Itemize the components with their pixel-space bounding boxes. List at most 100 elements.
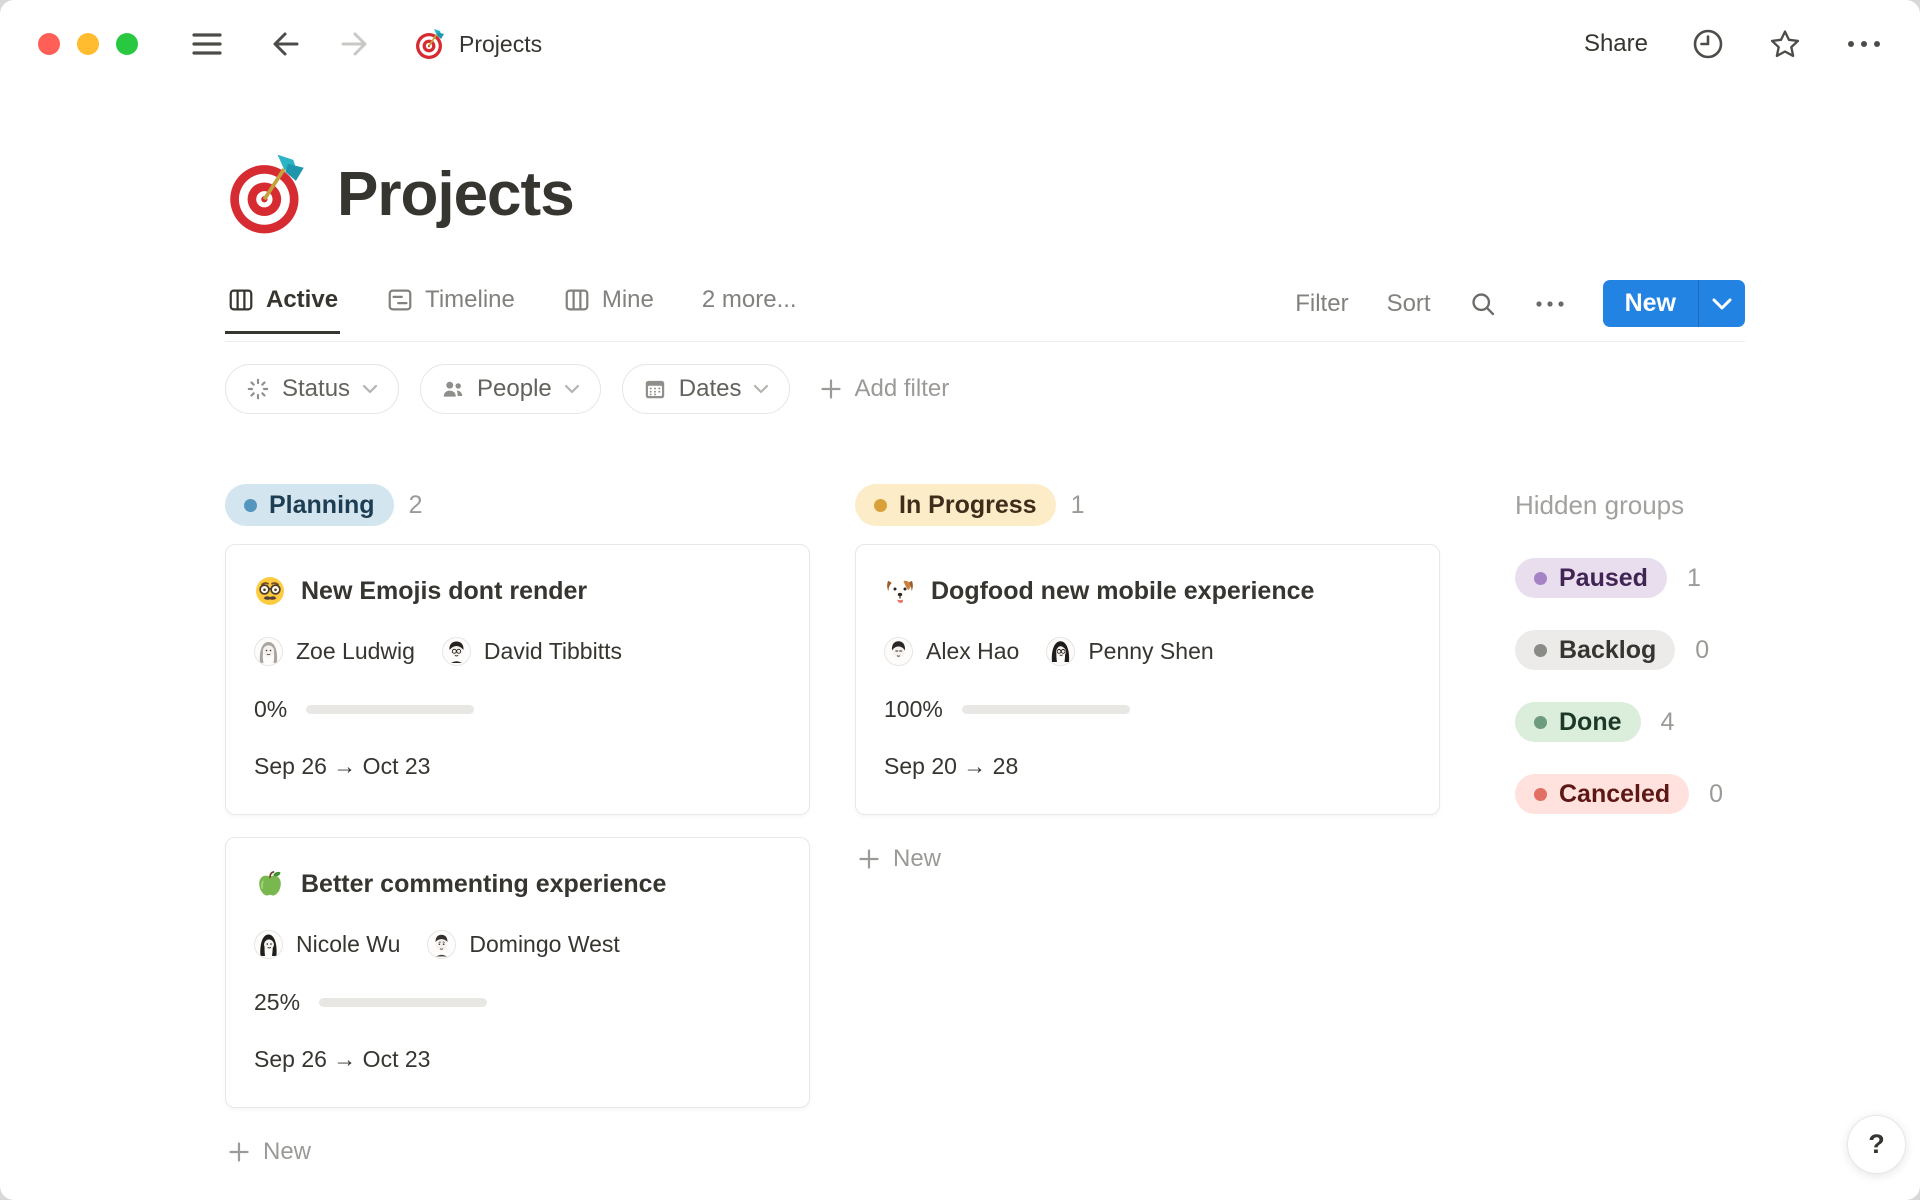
progress-bar [306, 705, 475, 714]
target-emoji[interactable] [225, 152, 309, 236]
more-options-icon[interactable] [1846, 39, 1882, 49]
view-tab-bar: Active Timeline Mine 2 more... Filter So… [225, 280, 1745, 342]
view-options-icon[interactable] [1535, 300, 1565, 308]
breadcrumb-label: Projects [459, 30, 543, 57]
assignee-name: Domingo West [469, 931, 620, 957]
group-pill-canceled[interactable]: Canceled [1515, 774, 1690, 814]
zoom-window-button[interactable] [116, 33, 138, 55]
card-title: Dogfood new mobile experience [931, 576, 1315, 605]
dates-filter-chip[interactable]: Dates [621, 364, 791, 414]
group-pill-in-progress[interactable]: In Progress [855, 484, 1056, 526]
tab-mine[interactable]: Mine [561, 280, 656, 334]
new-card-button[interactable]: New [855, 837, 1440, 881]
target-emoji [414, 28, 446, 60]
search-icon[interactable] [1469, 290, 1497, 318]
status-dot [1534, 787, 1547, 801]
people-icon [443, 381, 463, 397]
filter-button[interactable]: Filter [1295, 290, 1348, 318]
chip-label: Dates [678, 375, 742, 402]
close-window-button[interactable] [38, 33, 60, 55]
sidebar-menu-icon[interactable] [192, 31, 222, 57]
avatar-zoe-ludwig [254, 637, 283, 666]
card-title: New Emojis dont render [301, 576, 588, 605]
card-title: Better commenting experience [301, 869, 667, 898]
avatar-nicole-wu [254, 930, 283, 959]
group-label: In Progress [899, 490, 1037, 519]
avatar-alex-hao [884, 637, 913, 666]
add-filter-label: Add filter [854, 375, 950, 402]
tab-label: Mine [601, 286, 654, 313]
progress-label: 25% [254, 989, 301, 1015]
progress-bar [961, 705, 1130, 714]
plus-icon [821, 379, 842, 399]
updates-clock-icon[interactable] [1692, 28, 1724, 60]
card-dates: Sep 26 → Oct 23 [254, 1046, 431, 1072]
tab-label: Active [266, 286, 339, 313]
group-pill-backlog[interactable]: Backlog [1515, 630, 1676, 670]
avatar-david-tibbitts [441, 637, 471, 666]
breadcrumb[interactable]: Projects [414, 28, 542, 60]
hidden-groups-title: Hidden groups [1515, 490, 1685, 520]
card-dates: Sep 20 → 28 [884, 753, 1019, 779]
assignee-name: Alex Hao [926, 638, 1020, 664]
status-dot [244, 498, 257, 512]
project-card[interactable]: Better commenting experience Nicole Wu D… [225, 837, 810, 1108]
plus-icon [229, 1142, 249, 1162]
new-button[interactable]: New [1602, 280, 1745, 327]
minimize-window-button[interactable] [77, 33, 99, 55]
new-card-label: New [893, 845, 942, 872]
dog-face-emoji [884, 575, 916, 607]
group-label: Planning [269, 490, 375, 519]
assignee-name: Zoe Ludwig [296, 638, 415, 664]
group-pill-paused[interactable]: Paused [1515, 558, 1667, 598]
tab-label: 2 more... [701, 286, 797, 313]
add-filter-button[interactable]: Add filter [819, 375, 949, 403]
chip-label: Status [282, 375, 351, 402]
new-button-label[interactable]: New [1603, 280, 1698, 327]
plus-icon [859, 849, 879, 869]
tab-label: Timeline [425, 286, 515, 313]
people-filter-chip[interactable]: People [420, 364, 601, 414]
chevron-down-icon [754, 384, 769, 394]
forward-arrow-icon[interactable] [338, 29, 370, 59]
assignee-name: Penny Shen [1088, 638, 1214, 664]
help-button[interactable]: ? [1847, 1115, 1906, 1174]
group-pill-done[interactable]: Done [1515, 702, 1641, 742]
page-title: Projects [337, 159, 575, 229]
chevron-down-icon [362, 384, 378, 394]
progress-label: 0% [254, 696, 288, 722]
group-count: 0 [1695, 635, 1710, 664]
new-card-button[interactable]: New [225, 1130, 810, 1174]
filter-chip-bar: Status People Dates Add filter [225, 364, 1745, 414]
share-button[interactable]: Share [1584, 30, 1648, 58]
tab-active[interactable]: Active [225, 280, 340, 334]
sort-button[interactable]: Sort [1387, 290, 1431, 318]
tab-timeline[interactable]: Timeline [384, 280, 517, 334]
chevron-down-icon[interactable] [1699, 280, 1745, 327]
assignee-name: David Tibbitts [483, 638, 622, 664]
group-count: 0 [1709, 779, 1724, 808]
assignee-name: Nicole Wu [296, 931, 401, 957]
progress-bar [319, 998, 488, 1007]
avatar-penny-shen [1046, 637, 1076, 666]
group-label: Paused [1559, 563, 1648, 592]
progress-label: 100% [884, 696, 943, 722]
tab-more-views[interactable]: 2 more... [700, 280, 799, 334]
page-header: Projects [225, 152, 1745, 236]
column-in-progress: In Progress 1 Dogfood new mobile experie… [855, 484, 1440, 881]
column-planning: Planning 2 New Emojis dont render Zoe Lu… [225, 484, 810, 1174]
status-dot [1534, 715, 1547, 729]
back-arrow-icon[interactable] [270, 29, 302, 59]
group-label: Canceled [1559, 779, 1671, 808]
group-count: 4 [1660, 707, 1675, 736]
project-card[interactable]: Dogfood new mobile experience Alex Hao P… [855, 544, 1440, 815]
project-card[interactable]: New Emojis dont render Zoe Ludwig David … [225, 544, 810, 815]
disguised-face-emoji [254, 575, 286, 607]
favorite-star-icon[interactable] [1768, 28, 1802, 61]
green-apple-emoji [254, 868, 286, 900]
new-card-label: New [263, 1138, 312, 1165]
chevron-down-icon [564, 384, 579, 394]
app-window: Projects Share Projects Active Timeline … [0, 0, 1920, 1200]
group-pill-planning[interactable]: Planning [225, 484, 394, 526]
status-filter-chip[interactable]: Status [225, 364, 400, 414]
